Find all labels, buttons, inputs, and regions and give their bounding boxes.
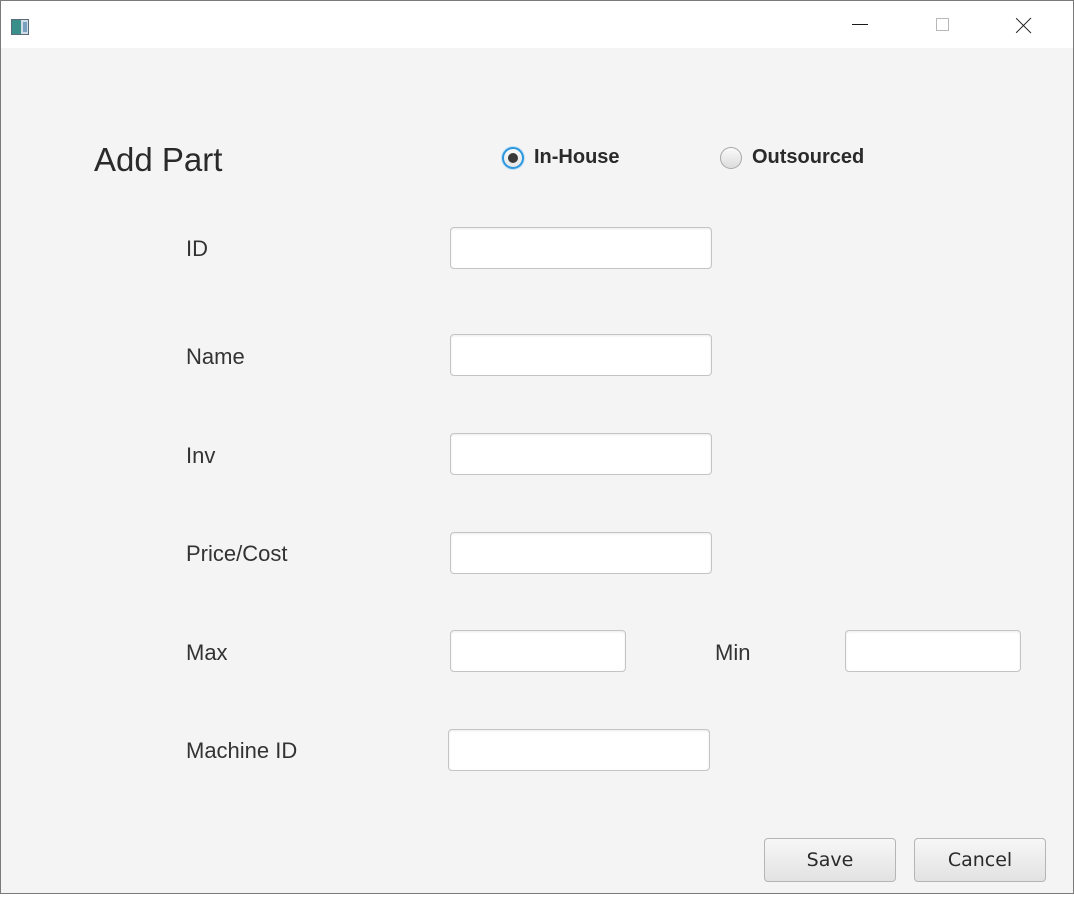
radio-unselected-icon[interactable]: [720, 146, 742, 169]
radio-selected-icon[interactable]: [502, 146, 524, 169]
id-field[interactable]: [450, 227, 712, 269]
add-part-window: Add Part In-House Outsourced ID Name Inv…: [0, 0, 1074, 894]
page-title: Add Part: [94, 141, 223, 178]
title-bar[interactable]: [1, 1, 1073, 48]
app-icon: [11, 19, 29, 35]
maximize-button[interactable]: [913, 1, 971, 48]
price-cost-field[interactable]: [450, 532, 712, 574]
min-label: Min: [715, 640, 751, 665]
machine-id-field[interactable]: [448, 729, 710, 771]
id-label: ID: [186, 236, 208, 261]
outsourced-radio[interactable]: Outsourced: [720, 146, 864, 169]
minimize-icon: [852, 24, 868, 25]
max-label: Max: [186, 640, 228, 665]
name-field[interactable]: [450, 334, 712, 376]
price-cost-label: Price/Cost: [186, 541, 288, 566]
machine-id-label: Machine ID: [186, 738, 298, 763]
name-label: Name: [186, 344, 245, 369]
inv-field[interactable]: [450, 433, 712, 475]
save-button[interactable]: Save: [764, 838, 896, 882]
close-button[interactable]: [995, 1, 1053, 48]
close-icon: [1016, 17, 1032, 33]
in-house-radio[interactable]: In-House: [502, 146, 620, 169]
min-field[interactable]: [845, 630, 1021, 672]
maximize-icon: [935, 18, 949, 31]
cancel-button[interactable]: Cancel: [914, 838, 1046, 882]
outsourced-label: Outsourced: [752, 146, 865, 168]
inv-label: Inv: [186, 443, 216, 468]
minimize-button[interactable]: [831, 1, 889, 48]
max-field[interactable]: [450, 630, 626, 672]
in-house-label: In-House: [534, 146, 620, 168]
